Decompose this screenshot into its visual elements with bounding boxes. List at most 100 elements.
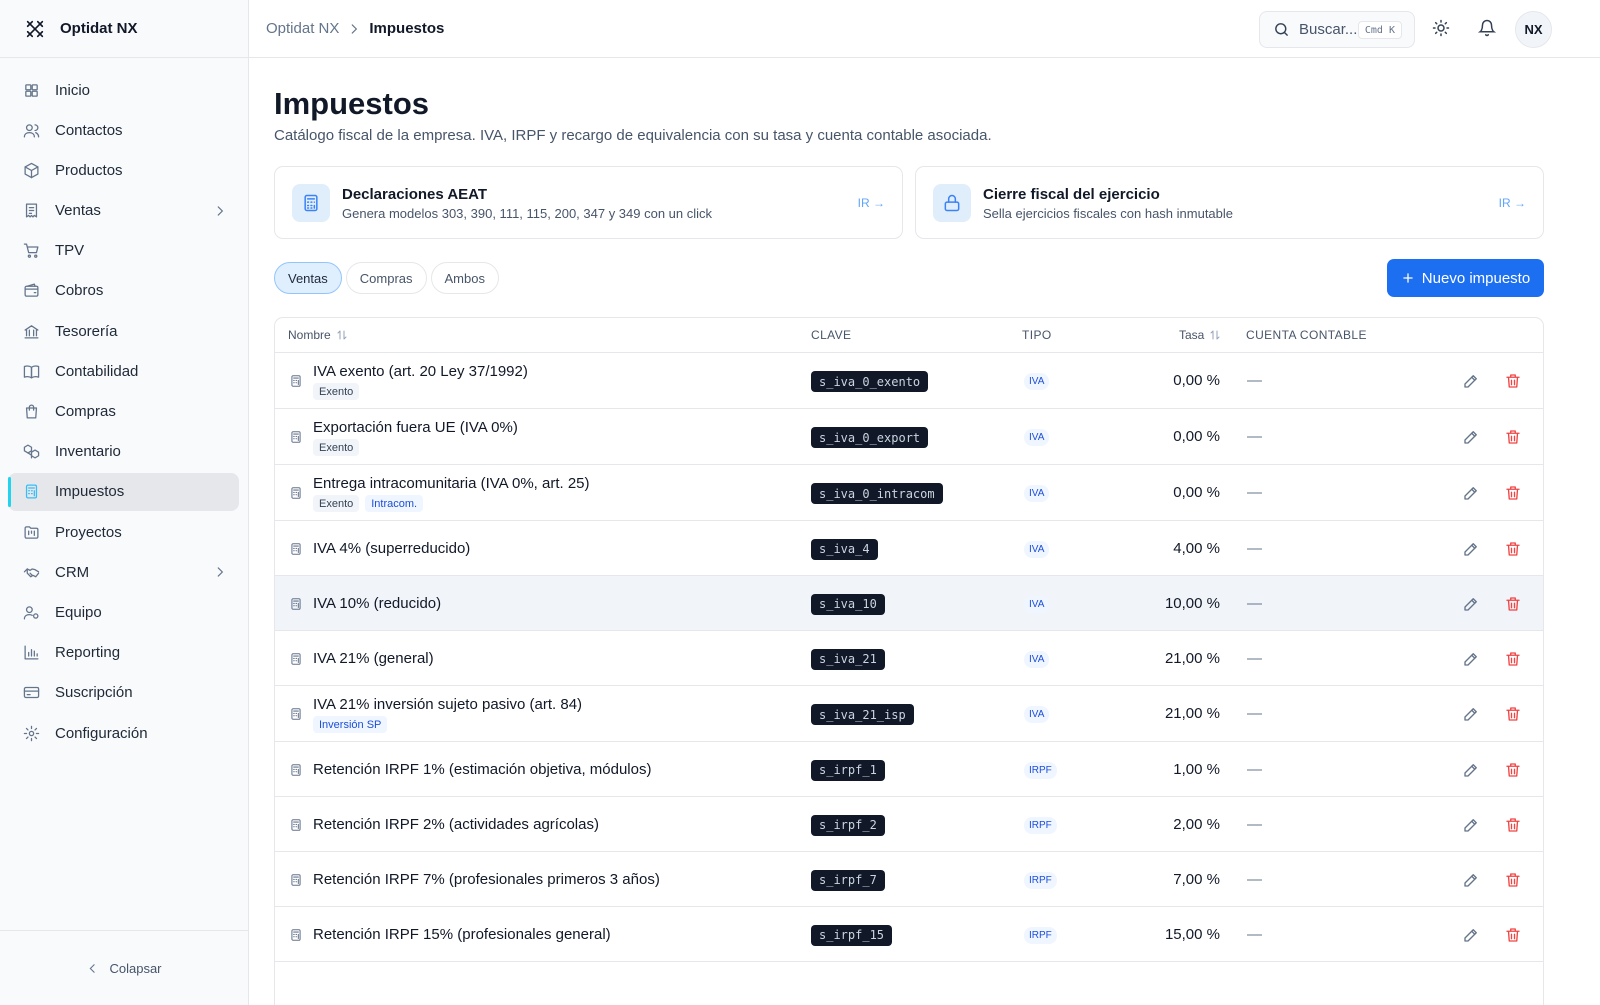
edit-icon[interactable] [1462, 428, 1480, 446]
chevron-right-icon [217, 205, 224, 216]
tax-rate: 0,00 % [1173, 372, 1220, 389]
bank-icon [24, 324, 39, 339]
sidebar-item-productos[interactable]: Productos [8, 151, 239, 189]
edit-icon[interactable] [1462, 761, 1480, 779]
calculator-icon [291, 542, 301, 555]
tax-type-badge: IRPF [1024, 816, 1057, 834]
calculator-icon [291, 487, 301, 499]
avatar[interactable]: NX [1515, 11, 1552, 48]
wallet-icon [24, 283, 39, 298]
sidebar-item-configuracion[interactable]: Configuración [8, 714, 239, 752]
sidebar-item-contactos[interactable]: Contactos [8, 111, 239, 149]
column-header-name[interactable]: Nombre [288, 328, 348, 342]
shopping-bag-icon [25, 404, 38, 419]
sidebar-item-proyectos[interactable]: Proyectos [8, 513, 239, 551]
card-declaraciones[interactable]: Declaraciones AEAT Genera modelos 303, 3… [274, 166, 903, 239]
trash-icon[interactable] [1504, 871, 1522, 889]
sidebar-item-compras[interactable]: Compras [8, 393, 239, 431]
edit-icon[interactable] [1462, 484, 1480, 502]
table-row[interactable]: Entrega intracomunitaria (IVA 0%, art. 2… [275, 465, 1543, 521]
tax-tag: Exento [313, 439, 360, 456]
filter-ventas[interactable]: Ventas [274, 262, 342, 294]
sidebar-item-ventas[interactable]: Ventas [8, 192, 239, 230]
table-row[interactable]: Retención IRPF 1% (estimación objetiva, … [275, 742, 1543, 797]
calculator-icon [291, 763, 301, 776]
sidebar-item-tesoreria[interactable]: Tesorería [8, 312, 239, 350]
calculator-icon [291, 928, 301, 941]
search-input[interactable]: Buscar... Cmd K [1259, 11, 1415, 48]
edit-icon[interactable] [1462, 595, 1480, 613]
trash-icon[interactable] [1504, 372, 1522, 390]
sidebar-item-inicio[interactable]: Inicio [8, 71, 239, 109]
sidebar-item-crm[interactable]: CRM [8, 553, 239, 591]
sidebar-item-label: Contactos [55, 121, 123, 139]
tax-rate: 2,00 % [1173, 815, 1220, 833]
card-cierre-fiscal[interactable]: Cierre fiscal del ejercicio Sella ejerci… [915, 166, 1544, 239]
tax-type-badge: IRPF [1024, 926, 1057, 944]
sidebar-item-contabilidad[interactable]: Contabilidad [8, 352, 239, 390]
calculator-icon [291, 708, 301, 720]
table-row[interactable]: Retención IRPF 7% (profesionales primero… [275, 852, 1543, 907]
tax-name: IVA 10% (reducido) [313, 594, 442, 612]
trash-icon[interactable] [1504, 595, 1522, 613]
taxes-table: Nombre CLAVE TIPO Tasa CUENTA CONTABLE I… [274, 317, 1544, 1005]
trash-icon[interactable] [1504, 540, 1522, 558]
search-shortcut: Cmd K [1357, 21, 1402, 39]
sidebar-item-label: Impuestos [55, 483, 125, 501]
edit-icon[interactable] [1462, 816, 1480, 834]
tax-type-badge: IRPF [1024, 761, 1057, 779]
edit-icon[interactable] [1462, 540, 1480, 558]
plus-icon [1403, 273, 1413, 283]
sidebar-item-tpv[interactable]: TPV [8, 232, 239, 270]
trash-icon[interactable] [1504, 484, 1522, 502]
table-row[interactable]: IVA 4% (superreducido) s_iva_4 IVA 4,00 % — [275, 521, 1543, 576]
filter-ambos[interactable]: Ambos [430, 262, 499, 294]
table-row[interactable]: IVA 21% (general) s_iva_21 IVA 21,00 % — [275, 631, 1543, 686]
topbar: Optidat NX Impuestos Buscar... Cmd K NX [249, 0, 1600, 58]
breadcrumb-home[interactable]: Optidat NX [266, 20, 339, 37]
trash-icon[interactable] [1504, 926, 1522, 944]
filter-compras[interactable]: Compras [345, 262, 427, 294]
sidebar-item-reporting[interactable]: Reporting [8, 634, 239, 672]
sidebar-item-inventario[interactable]: Inventario [8, 433, 239, 471]
theme-toggle-icon[interactable] [1432, 19, 1450, 37]
edit-icon[interactable] [1462, 871, 1480, 889]
collapse-button[interactable]: Colapsar [0, 930, 248, 1005]
sidebar-item-equipo[interactable]: Equipo [8, 593, 239, 631]
sidebar-item-impuestos[interactable]: Impuestos [8, 472, 239, 511]
column-label: Nombre [288, 328, 331, 342]
table-row[interactable]: Retención IRPF 2% (actividades agrícolas… [275, 797, 1543, 852]
trash-icon[interactable] [1504, 761, 1522, 779]
tax-name: Entrega intracomunitaria (IVA 0%, art. 2… [313, 475, 590, 492]
calculator-icon [25, 484, 38, 499]
tax-name: Retención IRPF 15% (profesionales genera… [313, 925, 611, 943]
trash-icon[interactable] [1504, 428, 1522, 446]
calculator-icon [291, 873, 301, 886]
column-header-rate[interactable]: Tasa [1179, 328, 1221, 342]
trash-icon[interactable] [1504, 650, 1522, 668]
tax-rate: 0,00 % [1173, 484, 1220, 501]
edit-icon[interactable] [1462, 372, 1480, 390]
bell-icon[interactable] [1478, 19, 1496, 37]
table-row[interactable]: IVA 21% inversión sujeto pasivo (art. 84… [275, 686, 1543, 742]
edit-icon[interactable] [1462, 650, 1480, 668]
sidebar-item-cobros[interactable]: Cobros [8, 272, 239, 310]
sidebar-item-label: Inicio [55, 81, 91, 99]
table-row[interactable]: IVA 10% (reducido) s_iva_10 IVA 10,00 % — [275, 576, 1543, 631]
brand[interactable]: Optidat NX [0, 0, 248, 58]
table-row[interactable]: Retención IRPF 15% (profesionales genera… [275, 907, 1543, 962]
new-tax-button[interactable]: Nuevo impuesto [1387, 259, 1544, 297]
edit-icon[interactable] [1462, 705, 1480, 723]
edit-icon[interactable] [1462, 926, 1480, 944]
tax-name: Retención IRPF 1% (estimación objetiva, … [313, 760, 652, 778]
trash-icon[interactable] [1504, 705, 1522, 723]
tax-name: IVA exento (art. 20 Ley 37/1992) [313, 363, 528, 380]
card-link[interactable]: IR → [858, 196, 885, 210]
table-row[interactable]: Exportación fuera UE (IVA 0%) Exento s_iva… [275, 409, 1543, 465]
card-link[interactable]: IR → [1499, 196, 1526, 210]
sidebar-item-suscripcion[interactable]: Suscripción [8, 674, 239, 712]
trash-icon[interactable] [1504, 816, 1522, 834]
table-row[interactable]: IVA exento (art. 20 Ley 37/1992) Exento s_… [275, 353, 1543, 409]
column-header-type: TIPO [1022, 328, 1052, 342]
collapse-label: Colapsar [109, 960, 162, 976]
